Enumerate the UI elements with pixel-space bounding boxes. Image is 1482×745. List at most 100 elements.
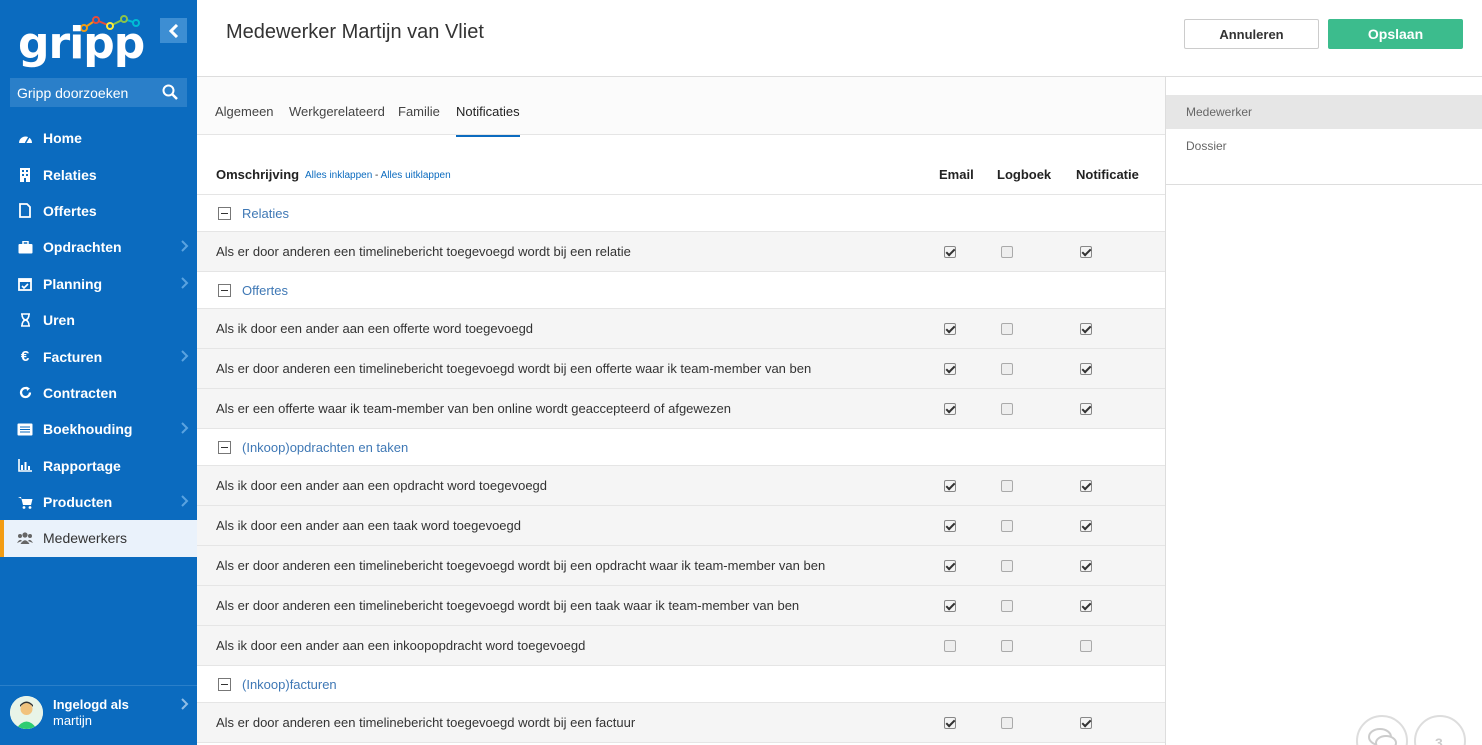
chat-widget[interactable]: 3	[1356, 715, 1476, 745]
sidebar-item-label: Planning	[43, 275, 103, 292]
user-menu[interactable]: Ingelogd als martijn	[0, 685, 197, 745]
notificatie-checkbox[interactable]	[1080, 717, 1092, 729]
sidebar-item-boekhouding[interactable]: Boekhouding	[0, 411, 197, 447]
logboek-checkbox[interactable]	[1001, 600, 1013, 612]
group-label[interactable]: Offertes	[242, 283, 288, 298]
sidebar-item-label: Home	[43, 130, 82, 147]
notificatie-checkbox[interactable]	[1080, 520, 1092, 532]
sidebar-item-label: Facturen	[43, 348, 103, 365]
page-title: Medewerker Martijn van Vliet	[226, 21, 484, 43]
app-root: gripp Gripp doorzoeken Home Relaties Offer…	[0, 0, 1482, 745]
collapse-toggle-icon[interactable]	[218, 284, 231, 297]
sidebar-item-offertes[interactable]: Offertes	[0, 193, 197, 229]
chat-badge-count: 3	[1435, 735, 1443, 745]
user-label: Ingelogd als	[53, 697, 129, 712]
notificatie-checkbox[interactable]	[1080, 323, 1092, 335]
right-panel-item-dossier[interactable]: Dossier	[1166, 129, 1482, 163]
group-label[interactable]: (Inkoop)opdrachten en taken	[242, 440, 408, 455]
avatar	[10, 696, 43, 729]
sidebar-item-rapportage[interactable]: Rapportage	[0, 448, 197, 484]
logboek-checkbox[interactable]	[1001, 520, 1013, 532]
sidebar-item-producten[interactable]: Producten	[0, 484, 197, 520]
email-checkbox[interactable]	[944, 717, 956, 729]
column-header-description: Omschrijving	[216, 167, 300, 182]
email-checkbox[interactable]	[944, 520, 956, 532]
sidebar-item-contracten[interactable]: Contracten	[0, 375, 197, 411]
tab-notificaties[interactable]: Notificaties	[456, 104, 520, 137]
notificatie-checkbox[interactable]	[1080, 363, 1092, 375]
email-checkbox[interactable]	[944, 246, 956, 258]
gripp-logo[interactable]: gripp	[18, 14, 145, 70]
table-row: Als er door anderen een timelinebericht …	[197, 703, 1165, 743]
collapse-toggle-icon[interactable]	[218, 678, 231, 691]
collapse-toggle-icon[interactable]	[218, 441, 231, 454]
group-label[interactable]: Relaties	[242, 206, 289, 221]
right-panel-nav: Medewerker Dossier	[1166, 95, 1482, 185]
logboek-checkbox[interactable]	[1001, 480, 1013, 492]
save-button[interactable]: Opslaan	[1328, 19, 1463, 49]
sidebar-item-label: Producten	[43, 494, 113, 511]
sidebar: gripp Gripp doorzoeken Home Relaties Offer…	[0, 0, 197, 745]
sidebar-item-uren[interactable]: Uren	[0, 302, 197, 338]
collapse-all-link[interactable]: Alles inklappen	[305, 170, 372, 181]
logboek-checkbox[interactable]	[1001, 403, 1013, 415]
tab-bar: Algemeen Werkgerelateerd Familie Notificati…	[197, 77, 1165, 137]
tab-familie[interactable]: Familie	[398, 104, 440, 135]
email-checkbox[interactable]	[944, 480, 956, 492]
notification-count-badge[interactable]: 3	[1414, 715, 1466, 745]
logboek-checkbox[interactable]	[1001, 640, 1013, 652]
email-checkbox[interactable]	[944, 323, 956, 335]
notificatie-checkbox[interactable]	[1080, 600, 1092, 612]
sidebar-item-medewerkers[interactable]: Medewerkers	[0, 520, 197, 558]
notificatie-checkbox[interactable]	[1080, 640, 1092, 652]
euro-icon: €	[20, 348, 30, 366]
email-checkbox[interactable]	[944, 363, 956, 375]
sidebar-item-label: Relaties	[43, 166, 97, 183]
sidebar-item-home[interactable]: Home	[0, 120, 197, 156]
email-checkbox[interactable]	[944, 640, 956, 652]
email-checkbox[interactable]	[944, 560, 956, 572]
logboek-checkbox[interactable]	[1001, 717, 1013, 729]
notificatie-checkbox[interactable]	[1080, 480, 1092, 492]
ledger-icon	[17, 421, 33, 437]
document-icon	[17, 203, 33, 219]
notificatie-checkbox[interactable]	[1080, 560, 1092, 572]
search-placeholder: Gripp doorzoeken	[17, 84, 129, 101]
email-checkbox[interactable]	[944, 403, 956, 415]
sidebar-item-label: Contracten	[43, 384, 117, 401]
search-icon[interactable]	[162, 84, 178, 100]
notificatie-checkbox[interactable]	[1080, 246, 1092, 258]
logboek-checkbox[interactable]	[1001, 246, 1013, 258]
table-row: Als ik door een ander aan een opdracht w…	[197, 466, 1165, 506]
collapse-expand-links: Alles inklappen - Alles uitklappen	[305, 170, 451, 181]
sidebar-item-facturen[interactable]: € Facturen	[0, 338, 197, 374]
cancel-button[interactable]: Annuleren	[1184, 19, 1319, 49]
right-panel: Medewerker Dossier 3	[1165, 77, 1482, 745]
sidebar-item-relaties[interactable]: Relaties	[0, 156, 197, 192]
logboek-checkbox[interactable]	[1001, 560, 1013, 572]
table-header: Omschrijving Alles inklappen - Alles uit…	[197, 159, 1165, 195]
sidebar-item-label: Medewerkers	[43, 530, 128, 547]
main-content: Algemeen Werkgerelateerd Familie Notificati…	[197, 77, 1165, 745]
notificatie-checkbox[interactable]	[1080, 403, 1092, 415]
tab-algemeen[interactable]: Algemeen	[215, 104, 274, 135]
chevron-right-icon	[181, 494, 189, 510]
logboek-checkbox[interactable]	[1001, 363, 1013, 375]
collapse-toggle-icon[interactable]	[218, 207, 231, 220]
logo-text: gripp	[18, 18, 145, 69]
refresh-icon	[17, 385, 33, 401]
tab-werkgerelateerd[interactable]: Werkgerelateerd	[289, 104, 385, 135]
collapse-sidebar-button[interactable]	[160, 18, 187, 43]
expand-all-link[interactable]: Alles uitklappen	[381, 170, 451, 181]
right-panel-item-medewerker[interactable]: Medewerker	[1166, 95, 1482, 129]
search-input[interactable]: Gripp doorzoeken	[10, 78, 187, 107]
group-label[interactable]: (Inkoop)facturen	[242, 677, 337, 692]
logboek-checkbox[interactable]	[1001, 323, 1013, 335]
row-description: Als ik door een ander aan een opdracht w…	[216, 478, 548, 493]
briefcase-icon	[17, 239, 33, 255]
chat-icon[interactable]	[1356, 715, 1408, 745]
table-row: Als er door anderen een timelinebericht …	[197, 546, 1165, 586]
email-checkbox[interactable]	[944, 600, 956, 612]
sidebar-item-opdrachten[interactable]: Opdrachten	[0, 229, 197, 265]
sidebar-item-planning[interactable]: Planning	[0, 266, 197, 302]
